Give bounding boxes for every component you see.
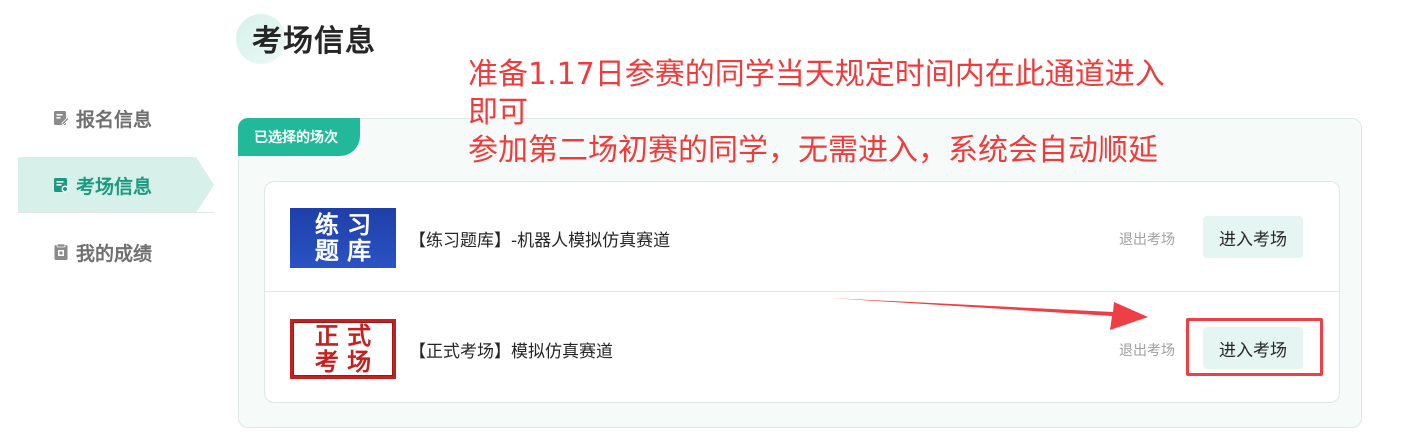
sidebar-item-label: 考场信息 — [76, 175, 153, 198]
venue-icon — [52, 176, 70, 194]
page-title: 考场信息 — [252, 24, 376, 59]
session-row-practice: 练 习 题 库 【练习题库】-机器人模拟仿真赛道 退出考场 进入考场 — [265, 182, 1339, 292]
session-label: 【练习题库】-机器人模拟仿真赛道 — [409, 231, 671, 251]
thumbnail-text: 考 场 — [314, 347, 372, 376]
thumbnail-frame: 正 式 考 场 — [293, 322, 393, 376]
sidebar-item-venue[interactable]: 考场信息 — [18, 157, 214, 213]
practice-bank-thumbnail: 练 习 题 库 — [290, 208, 396, 268]
sidebar-item-scores[interactable]: 我的成绩 — [18, 224, 214, 280]
annotation-line: 准备1.17日参赛的同学当天规定时间内在此通道进入 — [468, 57, 1165, 92]
sidebar-item-label: 我的成绩 — [76, 242, 153, 265]
exit-venue-link[interactable]: 退出考场 — [1119, 229, 1175, 249]
official-venue-thumbnail: 正 式 考 场 — [290, 319, 396, 379]
annotation-note: 准备1.17日参赛的同学当天规定时间内在此通道进入 即可 参加第二场初赛的同学，… — [468, 56, 1188, 170]
session-list: 练 习 题 库 【练习题库】-机器人模拟仿真赛道 退出考场 进入考场 正 式 考… — [264, 181, 1340, 403]
highlight-box — [1186, 318, 1323, 376]
sidebar-item-label: 报名信息 — [76, 108, 153, 131]
session-label: 【正式考场】模拟仿真赛道 — [409, 342, 613, 362]
thumbnail-text: 正 式 — [314, 321, 372, 350]
annotation-line: 参加第二场初赛的同学，无需进入，系统会自动顺延 — [468, 133, 1158, 168]
selected-sessions-tag: 已选择的场次 — [238, 118, 360, 156]
sidebar-item-registration[interactable]: 报名信息 — [18, 90, 214, 146]
thumbnail-text: 练 习 — [314, 210, 372, 239]
edit-icon — [52, 109, 70, 127]
sidebar-divider — [18, 212, 214, 213]
session-row-official: 正 式 考 场 【正式考场】模拟仿真赛道 退出考场 进入考场 — [265, 293, 1339, 403]
score-icon — [52, 243, 70, 261]
exit-venue-link[interactable]: 退出考场 — [1119, 340, 1175, 360]
thumbnail-text: 题 库 — [314, 236, 372, 265]
annotation-line: 即可 — [468, 95, 528, 130]
enter-venue-button[interactable]: 进入考场 — [1203, 216, 1303, 258]
